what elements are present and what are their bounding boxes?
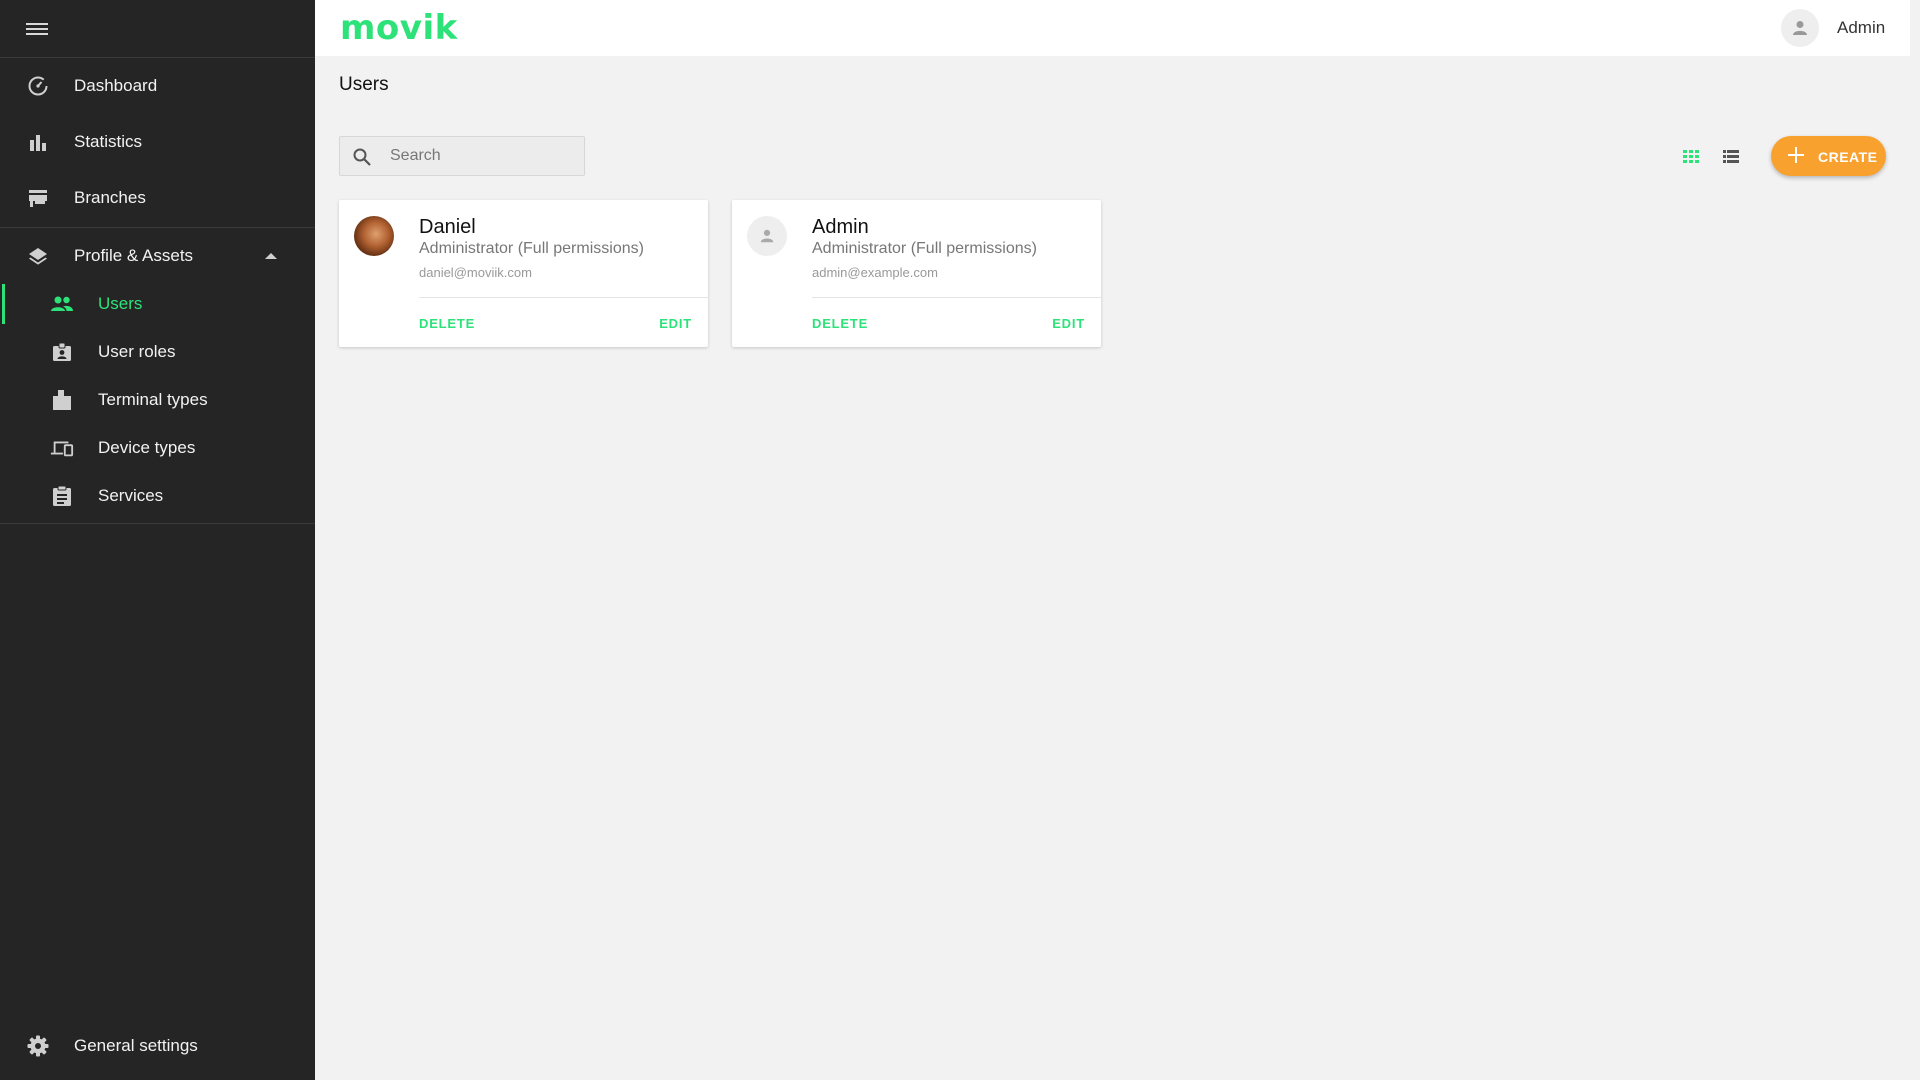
chevron-up-icon: [265, 253, 277, 259]
sidebar-item-branches[interactable]: Branches: [0, 174, 315, 222]
header-user-name[interactable]: Admin: [1837, 18, 1885, 38]
user-email: admin@example.com: [812, 265, 938, 280]
user-card: Daniel Administrator (Full permissions) …: [339, 200, 708, 347]
user-name: Admin: [812, 216, 869, 238]
edit-button[interactable]: EDIT: [1052, 316, 1085, 331]
store-icon: [27, 187, 49, 209]
sidebar-divider: [0, 523, 315, 524]
create-button-label: CREATE: [1818, 149, 1878, 165]
dashboard-icon: [27, 75, 49, 97]
user-name: Daniel: [419, 216, 476, 238]
sidebar-item-label: Users: [98, 294, 143, 313]
clipboard-icon: [50, 485, 74, 507]
sidebar-item-user-roles[interactable]: User roles: [0, 330, 315, 374]
bar-chart-icon: [27, 131, 49, 153]
sidebar-group-label: Profile & Assets: [74, 246, 194, 265]
person-icon: [1793, 21, 1807, 35]
create-button[interactable]: CREATE: [1771, 136, 1886, 176]
sidebar-group-profile-assets[interactable]: Profile & Assets: [0, 232, 315, 280]
search-field[interactable]: [339, 136, 585, 176]
plus-icon: [1787, 146, 1805, 164]
sidebar: Dashboard Statistics Branches Profile & …: [0, 0, 315, 1080]
delete-button[interactable]: DELETE: [812, 316, 868, 331]
user-avatar-placeholder: [747, 216, 787, 256]
sidebar-item-label: General settings: [74, 1036, 198, 1055]
user-card: Admin Administrator (Full permissions) a…: [732, 200, 1101, 347]
sidebar-item-label: Branches: [74, 188, 146, 207]
delete-button[interactable]: DELETE: [419, 316, 475, 331]
user-role: Administrator (Full permissions): [419, 240, 644, 257]
sidebar-item-device-types[interactable]: Device types: [0, 426, 315, 470]
card-divider: [812, 297, 1101, 298]
user-email: daniel@moviik.com: [419, 265, 532, 280]
menu-toggle-icon[interactable]: [26, 20, 48, 38]
sidebar-item-services[interactable]: Services: [0, 474, 315, 518]
layers-icon: [27, 245, 49, 267]
sidebar-item-label: Terminal types: [98, 390, 208, 409]
sidebar-item-label: Statistics: [74, 132, 143, 151]
page-title: Users: [339, 74, 389, 95]
user-role: Administrator (Full permissions): [812, 240, 1037, 257]
user-avatar[interactable]: [1781, 9, 1819, 47]
devices-icon: [50, 437, 74, 459]
list-view-icon[interactable]: [1720, 146, 1742, 166]
people-icon: [50, 293, 74, 315]
sidebar-item-users[interactable]: Users: [0, 282, 315, 326]
sidebar-item-label: Dashboard: [74, 76, 158, 95]
sidebar-item-dashboard[interactable]: Dashboard: [0, 62, 315, 110]
badge-icon: [50, 341, 74, 363]
top-bar: movik Admin: [315, 0, 1910, 56]
sidebar-item-terminal-types[interactable]: Terminal types: [0, 378, 315, 422]
sidebar-item-statistics[interactable]: Statistics: [0, 118, 315, 166]
sidebar-divider: [0, 227, 315, 228]
card-divider: [419, 297, 708, 298]
edit-button[interactable]: EDIT: [659, 316, 692, 331]
app-logo[interactable]: movik: [340, 8, 458, 48]
user-avatar-photo: [354, 216, 394, 256]
search-icon: [353, 148, 371, 166]
search-input[interactable]: [390, 145, 575, 167]
terminal-icon: [50, 389, 74, 411]
gear-icon: [27, 1035, 49, 1057]
sidebar-item-label: User roles: [98, 342, 176, 361]
sidebar-item-general-settings[interactable]: General settings: [0, 1022, 315, 1070]
person-icon: [760, 229, 774, 243]
sidebar-item-label: Device types: [98, 438, 196, 457]
grid-view-icon[interactable]: [1680, 146, 1702, 166]
sidebar-divider: [0, 57, 315, 58]
sidebar-item-label: Services: [98, 486, 164, 505]
